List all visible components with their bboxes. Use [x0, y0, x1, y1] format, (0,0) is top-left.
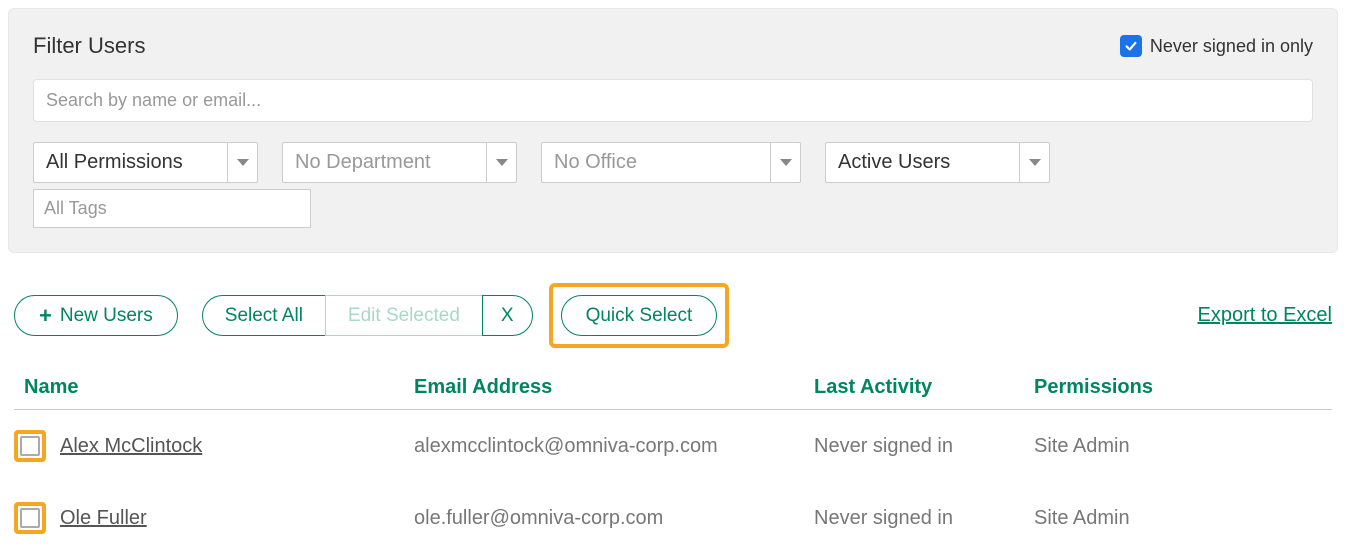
status-dropdown-label: Active Users: [838, 151, 950, 174]
select-all-button[interactable]: Select All: [202, 295, 325, 336]
search-input[interactable]: [33, 79, 1313, 122]
filter-header: Filter Users Never signed in only: [33, 33, 1313, 59]
new-users-label: New Users: [60, 306, 153, 325]
email-cell: ole.fuller@omniva-corp.com: [414, 507, 814, 530]
table-header: Name Email Address Last Activity Permiss…: [14, 364, 1332, 410]
department-dropdown-label: No Department: [295, 151, 431, 174]
office-dropdown[interactable]: No Office: [541, 142, 801, 183]
edit-selected-button[interactable]: Edit Selected: [325, 295, 482, 336]
users-table: Name Email Address Last Activity Permiss…: [0, 358, 1346, 554]
column-header-email[interactable]: Email Address: [414, 376, 814, 399]
tags-input[interactable]: All Tags: [33, 189, 311, 228]
dropdown-caret-wrap: [770, 143, 800, 182]
clear-selection-button[interactable]: X: [482, 295, 533, 336]
never-signed-in-label: Never signed in only: [1150, 36, 1313, 57]
dropdown-caret-wrap: [1019, 143, 1049, 182]
chevron-down-icon: [780, 159, 792, 166]
dropdown-row: All Permissions No Department No Office …: [33, 142, 1313, 183]
export-to-excel-link[interactable]: Export to Excel: [1197, 304, 1332, 327]
user-name-link[interactable]: Ole Fuller: [60, 507, 147, 530]
permissions-dropdown-label: All Permissions: [46, 151, 183, 174]
new-users-button[interactable]: + New Users: [14, 295, 178, 336]
filter-title: Filter Users: [33, 33, 145, 59]
office-dropdown-label: No Office: [554, 151, 637, 174]
column-header-name[interactable]: Name: [14, 376, 414, 399]
chevron-down-icon: [237, 159, 249, 166]
permissions-dropdown[interactable]: All Permissions: [33, 142, 258, 183]
chevron-down-icon: [496, 159, 508, 166]
dropdown-caret-wrap: [227, 143, 257, 182]
activity-cell: Never signed in: [814, 435, 1034, 458]
department-dropdown[interactable]: No Department: [282, 142, 517, 183]
user-name-link[interactable]: Alex McClintock: [60, 435, 202, 458]
row-checkbox[interactable]: [20, 436, 40, 456]
never-signed-in-checkbox[interactable]: [1120, 35, 1142, 57]
actions-row: + New Users Select All Edit Selected X Q…: [0, 261, 1346, 358]
plus-icon: +: [39, 307, 52, 325]
status-dropdown[interactable]: Active Users: [825, 142, 1050, 183]
column-header-permissions[interactable]: Permissions: [1034, 376, 1332, 399]
table-row: Ole Fuller ole.fuller@omniva-corp.com Ne…: [14, 482, 1332, 554]
quick-select-button[interactable]: Quick Select: [561, 295, 718, 336]
selection-button-group: Select All Edit Selected X: [202, 295, 533, 336]
row-checkbox[interactable]: [20, 508, 40, 528]
row-checkbox-highlight: [14, 502, 46, 534]
search-row: [33, 79, 1313, 122]
check-icon: [1124, 39, 1138, 53]
quick-select-highlight: Quick Select: [549, 283, 730, 348]
dropdown-secondary-row: All Tags: [33, 189, 1313, 228]
name-cell: Ole Fuller: [14, 502, 414, 534]
never-signed-in-filter[interactable]: Never signed in only: [1120, 35, 1313, 57]
column-header-activity[interactable]: Last Activity: [814, 376, 1034, 399]
permissions-cell: Site Admin: [1034, 507, 1332, 530]
chevron-down-icon: [1029, 159, 1041, 166]
table-row: Alex McClintock alexmcclintock@omniva-co…: [14, 410, 1332, 482]
email-cell: alexmcclintock@omniva-corp.com: [414, 435, 814, 458]
name-cell: Alex McClintock: [14, 430, 414, 462]
activity-cell: Never signed in: [814, 507, 1034, 530]
permissions-cell: Site Admin: [1034, 435, 1332, 458]
dropdown-caret-wrap: [486, 143, 516, 182]
filter-panel: Filter Users Never signed in only All Pe…: [8, 8, 1338, 253]
row-checkbox-highlight: [14, 430, 46, 462]
